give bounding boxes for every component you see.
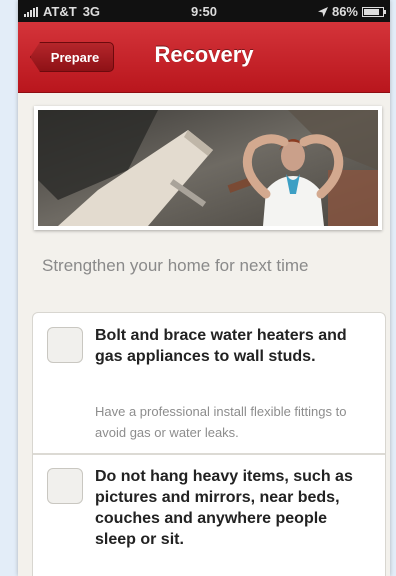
checkbox[interactable] [47,468,83,504]
checklist: Bolt and brace water heaters and gas app… [32,312,386,576]
app-screen: AT&T 3G 9:50 86% Prepare Recovery Streng… [18,0,390,576]
list-item: Do not hang heavy items, such as picture… [33,454,385,548]
list-item: Bolt and brace water heaters and gas app… [33,313,385,454]
item-title: Do not hang heavy items, such as picture… [95,468,353,548]
battery-percent: 86% [331,4,358,19]
navigation-bar: Prepare Recovery [18,22,390,93]
checkbox[interactable] [47,327,83,363]
hero-image [34,106,382,230]
status-bar: AT&T 3G 9:50 86% [18,0,390,22]
battery-icon [362,6,386,17]
item-title: Bolt and brace water heaters and gas app… [95,327,347,365]
page-title: Recovery [154,42,254,67]
section-heading: Strengthen your home for next time [42,256,309,275]
location-arrow-icon [317,6,328,17]
item-description: Have a professional install flexible fit… [95,404,347,440]
